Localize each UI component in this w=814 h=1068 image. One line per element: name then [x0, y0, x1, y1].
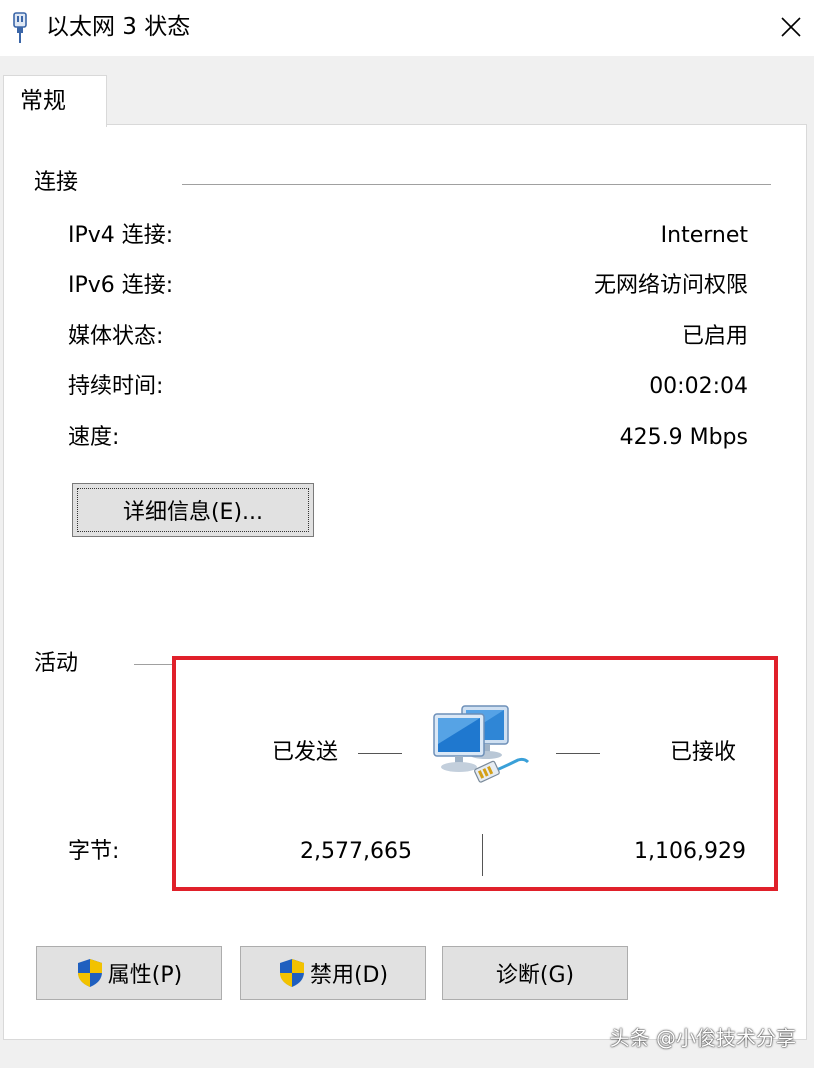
uac-shield-icon: [279, 959, 304, 987]
sent-label: 已发送: [272, 740, 339, 765]
details-button[interactable]: 详细信息(E)...: [72, 483, 314, 537]
properties-button[interactable]: 属性(P): [36, 946, 222, 1000]
speed-value: 425.9 Mbps: [619, 425, 748, 450]
received-label: 已接收: [670, 740, 737, 765]
ipv6-value: 无网络访问权限: [593, 273, 748, 298]
ipv6-label: IPv6 连接:: [68, 273, 174, 298]
watermark-text: 头条 @小俊技术分享: [609, 1026, 796, 1050]
duration-label: 持续时间:: [68, 374, 164, 399]
ipv4-label: IPv4 连接:: [68, 223, 174, 248]
disable-button-label: 禁用(D): [309, 963, 389, 988]
close-button[interactable]: [768, 0, 814, 54]
tab-panel-general: [3, 124, 807, 1040]
properties-button-label: 属性(P): [107, 963, 183, 988]
received-connector-line: [556, 753, 600, 754]
window-title: 以太网 3 状态: [46, 14, 191, 40]
tab-general[interactable]: 常规: [3, 75, 107, 127]
bytes-received-value: 1,106,929: [634, 839, 746, 864]
bytes-label: 字节:: [68, 839, 120, 864]
duration-value: 00:02:04: [649, 374, 748, 399]
speed-label: 速度:: [68, 425, 120, 450]
close-icon: [781, 17, 801, 37]
activity-group-divider: [134, 664, 174, 665]
media-state-value: 已启用: [681, 324, 748, 349]
media-state-label: 媒体状态:: [68, 324, 164, 349]
connection-group-title: 连接: [34, 170, 79, 195]
disable-button[interactable]: 禁用(D): [240, 946, 426, 1000]
details-button-label: 详细信息(E)...: [122, 500, 264, 525]
sent-connector-line: [358, 753, 402, 754]
ethernet-plug-icon: [13, 12, 27, 43]
uac-shield-icon: [77, 959, 102, 987]
title-bar: 以太网 3 状态: [0, 0, 814, 56]
bytes-divider: [482, 834, 483, 876]
bytes-sent-value: 2,577,665: [300, 839, 412, 864]
ipv4-value: Internet: [660, 223, 748, 248]
diagnose-button-label: 诊断(G): [495, 963, 575, 988]
diagnose-button[interactable]: 诊断(G): [442, 946, 628, 1000]
connection-group-divider: [182, 184, 771, 185]
tab-general-label: 常规: [20, 88, 66, 114]
activity-group-title: 活动: [34, 651, 79, 676]
network-computers-icon: [433, 705, 530, 783]
